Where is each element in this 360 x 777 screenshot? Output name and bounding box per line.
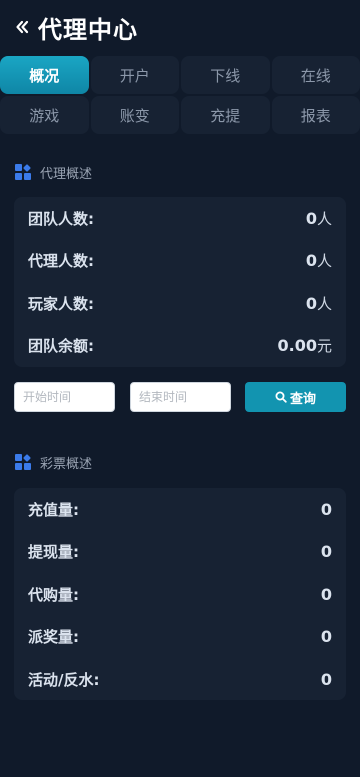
agent-overview-card: 团队人数: 0人 代理人数: 0人 玩家人数: 0人 团队余额: 0.00元: [14, 197, 346, 367]
stat-value: 0: [320, 669, 332, 689]
stat-row-purchases: 代购量: 0: [28, 573, 332, 616]
dashboard-icon: [15, 454, 31, 470]
tab-downline[interactable]: 下线: [181, 56, 270, 94]
stat-row-rebates: 活动/反水: 0: [28, 658, 332, 701]
stat-unit: 人: [316, 294, 332, 313]
stat-row-withdrawals: 提现量: 0: [28, 531, 332, 574]
stat-value: 0: [305, 208, 317, 228]
header: 代理中心: [0, 0, 360, 54]
tab-reports[interactable]: 报表: [271, 96, 360, 134]
stat-row-deposits: 充值量: 0: [28, 488, 332, 531]
tab-overview[interactable]: 概况: [0, 56, 89, 94]
stat-label: 代购量:: [28, 585, 79, 604]
stat-value: 0: [320, 542, 332, 562]
stat-label: 玩家人数:: [28, 294, 94, 313]
stat-label: 代理人数:: [28, 252, 94, 271]
agent-overview-heading: 代理概述: [0, 161, 360, 183]
stat-value: 0: [320, 627, 332, 647]
stat-row-agent-count: 代理人数: 0人: [28, 240, 332, 283]
stat-label: 充值量:: [28, 500, 79, 519]
lottery-overview-card: 充值量: 0 提现量: 0 代购量: 0 派奖量: 0 活动/反水: 0: [14, 488, 346, 700]
stat-row-payouts: 派奖量: 0: [28, 616, 332, 659]
tab-bar: 概况 开户 下线 在线 游戏 账变 充提 报表: [0, 54, 360, 134]
stat-label: 活动/反水:: [28, 670, 100, 689]
query-button[interactable]: 查询: [245, 382, 346, 412]
stat-row-team-balance: 团队余额: 0.00元: [28, 325, 332, 368]
stat-row-team-size: 团队人数: 0人: [28, 197, 332, 240]
stat-label: 提现量:: [28, 543, 79, 562]
stat-label: 团队人数:: [28, 209, 94, 228]
section-title: 代理概述: [40, 166, 93, 182]
end-time-input[interactable]: [130, 382, 231, 412]
start-time-input[interactable]: [14, 382, 115, 412]
stat-unit: 元: [316, 337, 332, 356]
lottery-overview-heading: 彩票概述: [0, 451, 360, 473]
stat-unit: 人: [316, 209, 332, 228]
stat-value: 0: [320, 499, 332, 519]
tab-online[interactable]: 在线: [271, 56, 360, 94]
stat-value: 0: [305, 251, 317, 271]
tab-open-account[interactable]: 开户: [90, 56, 179, 94]
date-filter-bar: 查询: [0, 381, 360, 413]
page-title: 代理中心: [38, 15, 138, 44]
stat-label: 团队余额:: [28, 337, 94, 356]
tab-deposit-withdraw[interactable]: 充提: [181, 96, 270, 134]
search-icon: [275, 391, 287, 403]
stat-value: 0: [320, 584, 332, 604]
dashboard-icon: [15, 164, 31, 180]
stat-value: 0: [305, 293, 317, 313]
tab-games[interactable]: 游戏: [0, 96, 89, 134]
query-button-label: 查询: [289, 391, 316, 407]
stat-row-player-count: 玩家人数: 0人: [28, 282, 332, 325]
tab-account-changes[interactable]: 账变: [90, 96, 179, 134]
agent-center-page: 代理中心 概况 开户 下线 在线 游戏 账变 充提 报表 代理概述 团队人数: …: [0, 0, 360, 777]
stat-label: 派奖量:: [28, 628, 79, 647]
stat-unit: 人: [316, 252, 332, 271]
stat-value: 0.00: [277, 336, 317, 356]
section-title: 彩票概述: [40, 456, 93, 472]
back-icon[interactable]: [12, 16, 34, 38]
